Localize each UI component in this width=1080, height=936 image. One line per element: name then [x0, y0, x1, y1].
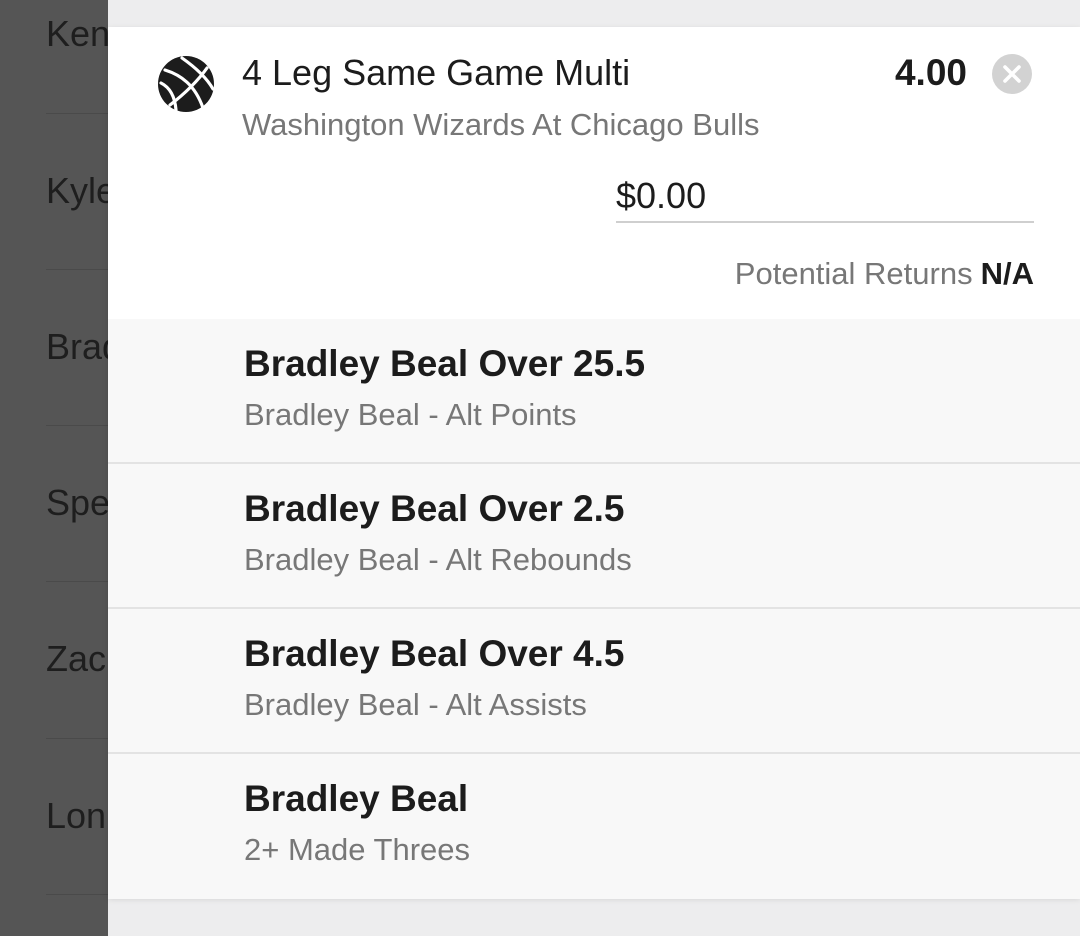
betslip-card: 4 Leg Same Game Multi 4.00 Washington Wi…	[108, 27, 1080, 899]
background-list-item: Lon	[46, 795, 107, 836]
leg-market: Bradley Beal - Alt Points	[244, 397, 577, 432]
background-list-item: Kyle	[46, 170, 108, 211]
basketball-icon	[157, 55, 215, 113]
background-list: Ken Kyle Brad Spe Zac Lon	[0, 0, 108, 936]
background-list-item: Brad	[46, 326, 108, 367]
leg-market: 2+ Made Threes	[244, 832, 471, 867]
bet-event: Washington Wizards At Chicago Bulls	[242, 107, 760, 142]
background-divider	[46, 113, 108, 114]
leg-title: Bradley Beal	[244, 778, 469, 819]
bet-leg[interactable]: Bradley Beal Over 4.5 Bradley Beal - Alt…	[108, 609, 1080, 754]
leg-market: Bradley Beal - Alt Rebounds	[244, 542, 632, 577]
bet-title: 4 Leg Same Game Multi	[242, 52, 631, 93]
background-divider	[46, 738, 108, 739]
background-divider	[46, 894, 108, 895]
background-divider	[46, 269, 108, 270]
background-divider	[46, 425, 108, 426]
bet-leg[interactable]: Bradley Beal Over 2.5 Bradley Beal - Alt…	[108, 464, 1080, 609]
background-list-item: Spe	[46, 482, 108, 523]
background-list-item: Ken	[46, 13, 108, 54]
leg-market: Bradley Beal - Alt Assists	[244, 687, 587, 722]
potential-returns-value: N/A	[980, 256, 1034, 291]
close-icon	[1003, 65, 1021, 83]
background-divider	[46, 581, 108, 582]
leg-title: Bradley Beal Over 25.5	[244, 343, 646, 384]
stake-input[interactable]	[616, 171, 1034, 223]
leg-title: Bradley Beal Over 4.5	[244, 633, 625, 674]
background-list-item: Zac	[46, 638, 107, 679]
bet-leg[interactable]: Bradley Beal Over 25.5 Bradley Beal - Al…	[108, 319, 1080, 464]
bet-header: 4 Leg Same Game Multi 4.00 Washington Wi…	[108, 27, 1080, 321]
remove-bet-button[interactable]	[992, 54, 1032, 94]
bet-odds: 4.00	[894, 52, 967, 93]
leg-title: Bradley Beal Over 2.5	[244, 488, 625, 529]
bet-leg[interactable]: Bradley Beal 2+ Made Threes	[108, 754, 1080, 899]
potential-returns-label: Potential Returns	[734, 256, 973, 291]
potential-returns: Potential Returns N/A	[735, 253, 1034, 295]
